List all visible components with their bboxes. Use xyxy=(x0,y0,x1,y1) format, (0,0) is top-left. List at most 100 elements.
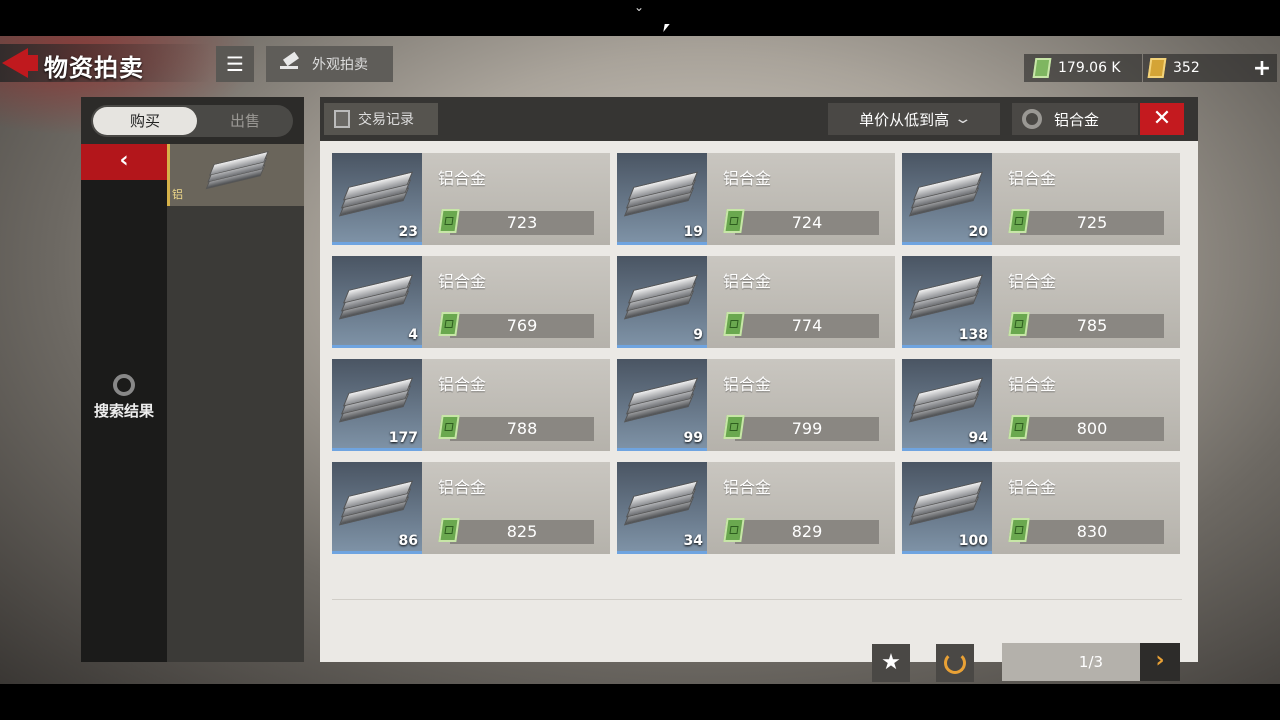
price-bar: 725 xyxy=(1020,211,1164,235)
listing-card[interactable]: 4 铝合金 769 xyxy=(332,256,610,348)
item-thumbnail: 34 xyxy=(617,462,707,554)
listing-card[interactable]: 23 铝合金 723 xyxy=(332,153,610,245)
listing-card[interactable]: 94 铝合金 800 xyxy=(902,359,1180,451)
cash-icon xyxy=(1008,518,1030,542)
category-back-button[interactable]: ‹ xyxy=(81,144,167,180)
item-price: 785 xyxy=(1076,316,1108,335)
listing-card[interactable]: 177 铝合金 788 xyxy=(332,359,610,451)
item-price: 825 xyxy=(506,522,538,541)
item-price: 724 xyxy=(791,213,823,232)
cash-icon xyxy=(723,415,745,439)
item-thumbnail: 138 xyxy=(902,256,992,348)
appearance-auction-button[interactable]: 外观拍卖 xyxy=(266,46,393,82)
sort-label: 单价从低到高 xyxy=(859,110,950,129)
search-result-category[interactable]: 搜索结果 xyxy=(81,374,167,421)
mouse-cursor xyxy=(663,24,670,32)
listing-grid: 23 铝合金 723 19 铝合金 724 20 铝合金 725 4 铝合金 769 9 铝合金 774 13… xyxy=(332,153,1182,563)
search-input[interactable]: 铝合金 xyxy=(1012,103,1138,135)
divider xyxy=(332,599,1182,600)
item-price: 723 xyxy=(506,213,538,232)
ticket-balance: 352 xyxy=(1143,54,1247,82)
item-price: 774 xyxy=(791,316,823,335)
refresh-button[interactable] xyxy=(936,644,974,682)
cash-icon xyxy=(438,518,460,542)
add-currency-button[interactable]: + xyxy=(1247,54,1277,82)
favorite-button[interactable]: ★ xyxy=(872,644,910,682)
menu-button[interactable]: ☰ xyxy=(216,46,254,82)
search-value: 铝合金 xyxy=(1054,110,1100,129)
cash-icon xyxy=(438,312,460,336)
next-page-button[interactable]: › xyxy=(1140,643,1180,681)
listing-card[interactable]: 86 铝合金 825 xyxy=(332,462,610,554)
appearance-auction-label: 外观拍卖 xyxy=(312,57,368,73)
item-quantity: 94 xyxy=(968,430,988,446)
price-bar: 799 xyxy=(735,417,879,441)
price-bar: 785 xyxy=(1020,314,1164,338)
listing-card[interactable]: 99 铝合金 799 xyxy=(617,359,895,451)
item-quantity: 138 xyxy=(958,327,988,343)
aluminum-ingot-icon xyxy=(338,171,414,219)
price-bar: 800 xyxy=(1020,417,1164,441)
item-thumbnail: 94 xyxy=(902,359,992,451)
subcategory-item-aluminum[interactable]: 铝 xyxy=(167,144,304,206)
transaction-log-button[interactable]: 交易记录 xyxy=(324,103,438,135)
listing-card[interactable]: 100 铝合金 830 xyxy=(902,462,1180,554)
item-price: 800 xyxy=(1076,419,1108,438)
cash-icon xyxy=(723,518,745,542)
item-thumbnail: 9 xyxy=(617,256,707,348)
listing-card[interactable]: 34 铝合金 829 xyxy=(617,462,895,554)
item-name: 铝合金 xyxy=(1008,272,1057,291)
item-name: 铝合金 xyxy=(723,375,772,394)
aluminum-ingot-icon xyxy=(205,151,269,191)
listing-card[interactable]: 20 铝合金 725 xyxy=(902,153,1180,245)
cash-icon xyxy=(723,312,745,336)
subcategory-column: 铝 xyxy=(167,144,304,662)
item-name: 铝合金 xyxy=(438,272,487,291)
item-name: 铝合金 xyxy=(438,375,487,394)
item-name: 铝合金 xyxy=(1008,375,1057,394)
system-top-bar: ⌄ xyxy=(0,0,1280,36)
price-bar: 829 xyxy=(735,520,879,544)
sort-dropdown[interactable]: 单价从低到高 ⌄ xyxy=(828,103,1000,135)
cash-icon xyxy=(1032,58,1052,78)
item-name: 铝合金 xyxy=(438,169,487,188)
cash-value: 179.06 K xyxy=(1058,60,1121,76)
subcategory-label: 铝 xyxy=(172,188,183,201)
tab-buy[interactable]: 购买 xyxy=(93,107,197,135)
item-name: 铝合金 xyxy=(438,478,487,497)
item-quantity: 9 xyxy=(693,327,703,343)
item-quantity: 19 xyxy=(683,224,703,240)
price-bar: 788 xyxy=(450,417,594,441)
item-quantity: 177 xyxy=(388,430,418,446)
document-icon xyxy=(334,110,350,128)
aluminum-ingot-icon xyxy=(908,480,984,528)
chevron-down-icon: ⌄ xyxy=(953,111,973,127)
item-thumbnail: 20 xyxy=(902,153,992,245)
item-quantity: 34 xyxy=(683,533,703,549)
star-icon: ★ xyxy=(881,650,901,675)
back-arrow-icon[interactable] xyxy=(0,46,40,80)
page-title: 物资拍卖 xyxy=(44,54,144,82)
aluminum-ingot-icon xyxy=(908,171,984,219)
item-thumbnail: 19 xyxy=(617,153,707,245)
listing-panel: 交易记录 单价从低到高 ⌄ 铝合金 ✕ 23 铝合金 723 19 铝合金 724 20 铝合… xyxy=(320,97,1198,682)
search-result-label: 搜索结果 xyxy=(93,402,154,420)
listing-card[interactable]: 19 铝合金 724 xyxy=(617,153,895,245)
cash-icon xyxy=(438,415,460,439)
price-bar: 769 xyxy=(450,314,594,338)
item-thumbnail: 23 xyxy=(332,153,422,245)
ticket-icon xyxy=(1147,58,1167,78)
gavel-icon xyxy=(278,54,304,74)
clear-search-button[interactable]: ✕ xyxy=(1140,103,1184,135)
aluminum-ingot-icon xyxy=(338,274,414,322)
cash-icon xyxy=(1008,415,1030,439)
listing-card[interactable]: 138 铝合金 785 xyxy=(902,256,1180,348)
item-name: 铝合金 xyxy=(723,272,772,291)
listing-card[interactable]: 9 铝合金 774 xyxy=(617,256,895,348)
price-bar: 825 xyxy=(450,520,594,544)
item-name: 铝合金 xyxy=(723,169,772,188)
aluminum-ingot-icon xyxy=(338,480,414,528)
tab-sell[interactable]: 出售 xyxy=(199,107,291,135)
chevron-down-icon[interactable]: ⌄ xyxy=(634,0,644,14)
cash-balance: 179.06 K xyxy=(1024,54,1142,82)
